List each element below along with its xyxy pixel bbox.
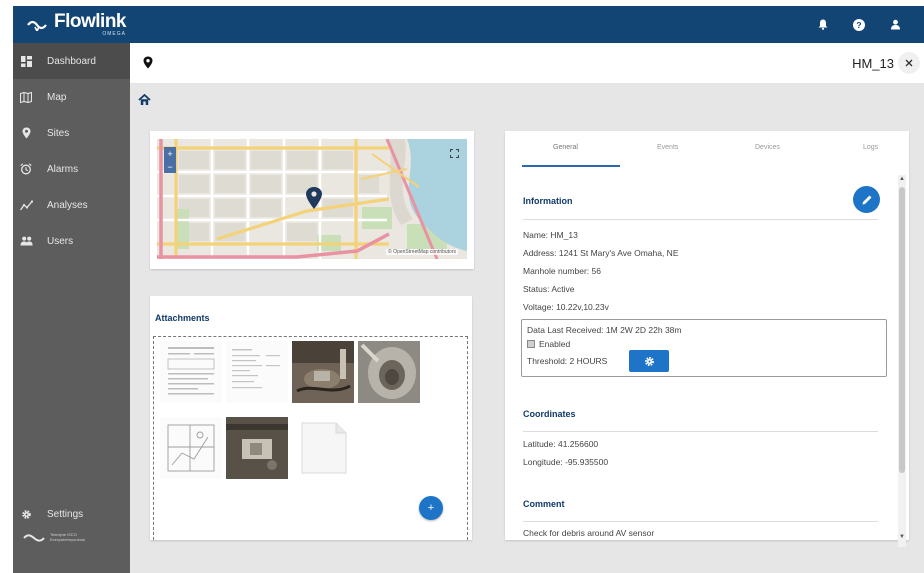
- longitude: Longitude: -95.935500: [523, 457, 609, 467]
- sidebar-item-settings[interactable]: Settings: [13, 496, 130, 532]
- tab-general[interactable]: General: [553, 144, 578, 151]
- footer-brand: Teledyne ISCO Everywhereyoulook: [23, 532, 85, 543]
- gear-icon: [19, 507, 33, 521]
- fullscreen-icon: [449, 148, 459, 158]
- threshold-settings-button[interactable]: [629, 350, 669, 372]
- brand-sub: OMEGA: [102, 31, 126, 37]
- map-fullscreen-button[interactable]: [448, 147, 460, 159]
- attachment-thumbnail[interactable]: [160, 417, 222, 479]
- app-window: Flowlink OMEGA ? Dashboard Map Sites Ala…: [13, 6, 924, 573]
- flowlink-logo-icon: [27, 20, 47, 31]
- tab-events[interactable]: Events: [657, 144, 678, 151]
- threshold-label: Threshold: 2 HOURS: [527, 356, 608, 366]
- dashboard-icon: [19, 54, 33, 68]
- attachment-thumbnail[interactable]: [160, 341, 222, 403]
- attachments-dropzone[interactable]: +: [153, 336, 468, 540]
- sidebar-item-analyses[interactable]: Analyses: [13, 187, 130, 223]
- svg-text:?: ?: [856, 20, 861, 30]
- brand-name: Flowlink: [54, 11, 127, 32]
- section-divider: [523, 219, 878, 220]
- site-map[interactable]: + − © OpenStreetMap contributors: [157, 139, 467, 259]
- notifications-bell-icon[interactable]: [816, 18, 830, 32]
- scroll-down-icon[interactable]: ▼: [899, 534, 905, 540]
- site-name: Name: HM_13: [523, 230, 578, 240]
- user-account-icon[interactable]: [888, 18, 902, 32]
- site-status: Status: Active: [523, 284, 575, 294]
- sidebar-item-label: Sites: [47, 127, 70, 139]
- footer-brand-sub: Everywhereyoulook: [50, 537, 85, 542]
- top-bar: Flowlink OMEGA ?: [13, 6, 924, 43]
- close-button[interactable]: [898, 52, 920, 74]
- enabled-label: Enabled: [539, 339, 571, 349]
- data-received-box: Data Last Received: 1M 2W 2D 22h 38m Ena…: [521, 319, 887, 377]
- latitude: Latitude: 41.256600: [523, 439, 599, 449]
- map-tiles: [157, 139, 467, 259]
- attachment-thumbnail[interactable]: [292, 417, 354, 479]
- gear-icon: [644, 356, 654, 366]
- attachment-thumbnail[interactable]: [292, 341, 354, 403]
- data-last-received: Data Last Received: 1M 2W 2D 22h 38m: [527, 325, 682, 335]
- chart-icon: [19, 198, 33, 212]
- sidebar-item-label: Settings: [47, 508, 84, 520]
- scroll-up-icon[interactable]: ▲: [899, 176, 905, 182]
- attachment-thumbnail[interactable]: [226, 417, 288, 479]
- tab-logs[interactable]: Logs: [863, 144, 878, 151]
- sidebar-item-map[interactable]: Map: [13, 79, 130, 115]
- users-icon: [19, 234, 33, 248]
- enabled-row: Enabled: [527, 339, 570, 349]
- coordinates-title: Coordinates: [523, 409, 576, 419]
- site-detail-card: General Events Devices Logs Information …: [505, 131, 909, 547]
- sidebar-item-label: Users: [47, 235, 74, 247]
- zoom-out-icon[interactable]: −: [167, 162, 172, 172]
- detail-scrollbar-thumb[interactable]: [899, 187, 905, 473]
- enabled-checkbox[interactable]: [527, 340, 535, 348]
- section-divider: [523, 521, 878, 522]
- attachments-title: Attachments: [155, 313, 210, 323]
- section-divider: [523, 431, 878, 432]
- site-home-icon[interactable]: [138, 94, 151, 106]
- brand-logo[interactable]: Flowlink OMEGA: [27, 11, 127, 37]
- site-voltage: Voltage: 10.22v,10.23v: [523, 302, 609, 312]
- sidebar: Dashboard Map Sites Alarms Analyses User…: [13, 43, 130, 573]
- active-tab-indicator: [522, 165, 620, 167]
- sidebar-item-label: Analyses: [47, 199, 88, 211]
- detail-tabs: General Events Devices Logs: [505, 131, 895, 167]
- teledyne-logo-icon: [23, 534, 45, 542]
- sidebar-item-label: Alarms: [47, 163, 79, 175]
- edit-site-button[interactable]: [853, 186, 880, 213]
- map-zoom-control[interactable]: + −: [164, 147, 176, 173]
- map-card: + − © OpenStreetMap contributors: [150, 131, 474, 269]
- map-icon: [19, 90, 33, 104]
- pencil-icon: [862, 195, 871, 204]
- sidebar-item-sites[interactable]: Sites: [13, 115, 130, 151]
- attachment-thumbnail[interactable]: [358, 341, 420, 403]
- location-pin-icon: [19, 126, 33, 140]
- sidebar-item-alarms[interactable]: Alarms: [13, 151, 130, 187]
- location-pin-icon: [143, 56, 153, 69]
- comment-text: Check for debris around AV sensor: [523, 528, 655, 538]
- alarm-clock-icon: [19, 162, 33, 176]
- site-id-label: HM_13: [852, 56, 894, 71]
- site-address: Address: 1241 St Mary's Ave Omaha, NE: [523, 248, 679, 258]
- sidebar-item-users[interactable]: Users: [13, 223, 130, 259]
- add-attachment-button[interactable]: +: [419, 496, 443, 520]
- attachments-card: Attachments +: [150, 296, 472, 540]
- zoom-in-icon[interactable]: +: [167, 149, 172, 159]
- attachment-thumbnail[interactable]: [226, 341, 288, 403]
- manhole-number: Manhole number: 56: [523, 266, 601, 276]
- map-attribution[interactable]: © OpenStreetMap contributors: [386, 249, 458, 255]
- comment-title: Comment: [523, 499, 565, 509]
- close-icon: [905, 59, 913, 67]
- sidebar-item-label: Map: [47, 91, 67, 103]
- site-header: HM_13: [130, 43, 924, 83]
- help-icon[interactable]: ?: [852, 18, 866, 32]
- tab-devices[interactable]: Devices: [755, 144, 780, 151]
- information-title: Information: [523, 196, 573, 206]
- sidebar-item-dashboard[interactable]: Dashboard: [13, 43, 130, 79]
- sidebar-item-label: Dashboard: [47, 55, 96, 67]
